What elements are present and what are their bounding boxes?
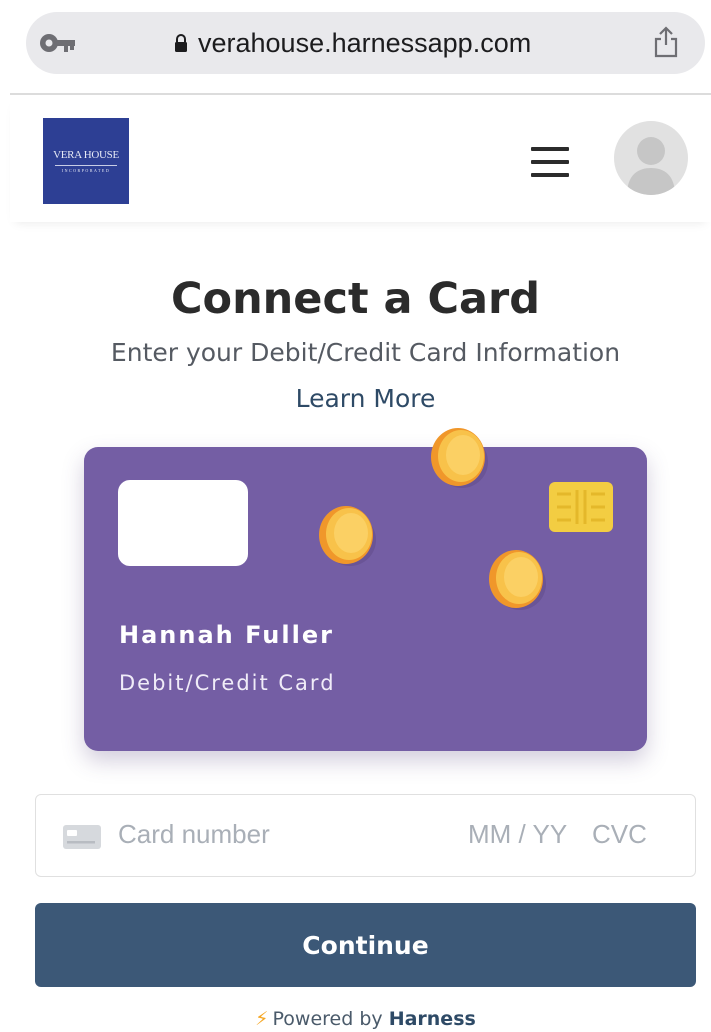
coin-icon	[431, 428, 488, 488]
continue-button[interactable]: Continue	[35, 903, 696, 987]
menu-line	[531, 160, 569, 164]
cvc-input[interactable]: CVC	[592, 819, 647, 850]
card-preview: Hannah Fuller Debit/Credit Card	[84, 447, 647, 751]
cardholder-name: Hannah Fuller	[119, 621, 334, 649]
lightning-bolt-icon: ⚡	[255, 1008, 269, 1030]
browser-address-bar[interactable]: verahouse.harnessapp.com	[26, 12, 705, 74]
page-subtitle: Enter your Debit/Credit Card Information	[110, 338, 621, 367]
menu-line	[531, 173, 569, 177]
chip-icon	[549, 482, 613, 532]
vera-house-logo[interactable]: VERA HOUSE INCORPORATED	[43, 118, 129, 204]
learn-more-link[interactable]: Learn More	[0, 382, 711, 416]
url-text: verahouse.harnessapp.com	[198, 27, 532, 58]
app-header: VERA HOUSE INCORPORATED	[10, 95, 711, 222]
harness-brand[interactable]: Harness	[389, 1008, 476, 1030]
avatar-silhouette	[627, 137, 675, 195]
menu-line	[531, 147, 569, 151]
url-display[interactable]: verahouse.harnessapp.com	[174, 26, 531, 60]
hamburger-icon[interactable]	[531, 147, 569, 177]
coin-icon	[489, 550, 546, 610]
card-number-input[interactable]: Card number	[118, 819, 270, 850]
card-input-field[interactable]: Card number MM / YY CVC	[35, 794, 696, 877]
expiry-input[interactable]: MM / YY	[468, 819, 567, 850]
key-icon[interactable]	[39, 32, 77, 54]
logo-rule	[55, 164, 117, 166]
page-title: Connect a Card	[170, 274, 541, 324]
coin-icon	[319, 506, 376, 566]
user-avatar-icon[interactable]	[614, 121, 688, 195]
logo-subtext: INCORPORATED	[61, 167, 111, 173]
card-logo-placeholder	[118, 480, 248, 566]
powered-by-footer: ⚡ Powered by Harness	[0, 1008, 711, 1032]
lock-icon	[175, 34, 187, 52]
powered-by-text: Powered by	[272, 1008, 383, 1030]
logo-text: VERA HOUSE	[53, 148, 119, 161]
credit-card-icon	[63, 825, 101, 849]
share-icon[interactable]	[653, 26, 679, 58]
card-type-label: Debit/Credit Card	[119, 671, 336, 695]
